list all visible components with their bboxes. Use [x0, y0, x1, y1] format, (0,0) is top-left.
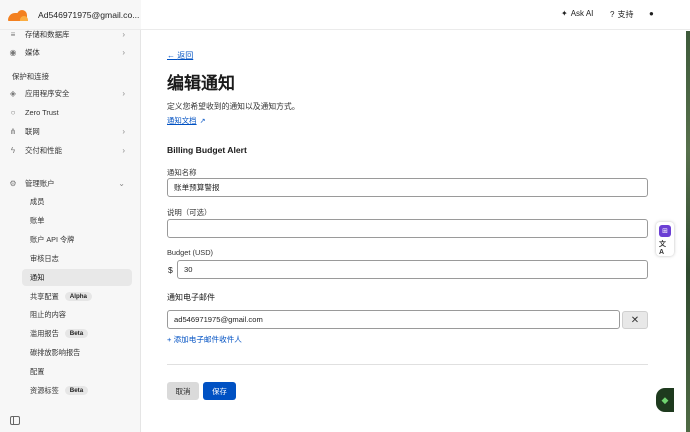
ask-ai-button[interactable]: ✦ Ask AI	[561, 9, 593, 18]
budget-input[interactable]: 30	[177, 260, 648, 279]
gear-icon: ⚙	[9, 178, 17, 188]
lightning-icon: ϟ	[10, 145, 16, 155]
add-recipient-label: 添加电子邮件收件人	[173, 335, 242, 344]
sidebar-item-manage-account[interactable]: ⚙ 管理账户 ⌄	[8, 174, 133, 192]
floating-toolbar: ⊞ 文A	[656, 222, 674, 256]
shield-icon: ◈	[9, 88, 17, 98]
sidebar-item-label: 阻止的内容	[30, 309, 66, 319]
chevron-right-icon: ›	[122, 145, 125, 155]
close-icon: ✕	[630, 314, 640, 326]
name-label: 通知名称	[167, 168, 197, 177]
sidebar-item-networking[interactable]: ⋔ 联网 ›	[8, 122, 133, 140]
budget-label: Budget (USD)	[167, 248, 214, 257]
media-icon: ◉	[9, 47, 17, 57]
email-section-title: 通知电子邮件	[167, 293, 215, 302]
sidebar-item-carbon-report[interactable]: 碳排放影响报告	[22, 344, 132, 361]
sidebar-item-label: 通知	[30, 272, 45, 282]
sidebar-item-media[interactable]: ◉ 媒体 ›	[8, 43, 133, 61]
sidebar-item-label: 媒体	[25, 47, 40, 57]
account-email: Ad546971975@gmail.co...	[38, 9, 140, 20]
sidebar-item-resource-tags[interactable]: 资源标签 Beta	[22, 382, 132, 399]
docs-link[interactable]: 通知文档 ↗	[167, 115, 205, 126]
sidebar-item-api-tokens[interactable]: 账户 API 令牌	[22, 231, 132, 248]
sidebar-item-audit-log[interactable]: 审核日志	[22, 250, 132, 267]
page-description: 定义您希望收到的通知以及通知方式。	[167, 102, 300, 111]
translate-icon[interactable]: 文A	[659, 241, 671, 256]
background-scenery	[686, 31, 690, 432]
sidebar-item-label: 账单	[30, 215, 45, 225]
sidebar-item-members[interactable]: 成员	[22, 193, 132, 210]
sidebar-item-billing[interactable]: 账单	[22, 212, 132, 229]
beta-badge: Beta	[64, 386, 89, 395]
page-title: 编辑通知	[167, 74, 235, 93]
collapse-sidebar-icon[interactable]	[10, 416, 20, 425]
cloudflare-logo	[8, 9, 28, 21]
section-protect-connect: 保护和连接	[12, 72, 49, 81]
user-icon: ●	[649, 9, 654, 18]
user-menu-button[interactable]: ●	[649, 9, 657, 18]
plus-icon: +	[167, 335, 172, 344]
alpha-badge: Alpha	[64, 292, 92, 301]
sidebar-item-label: 账户 API 令牌	[30, 234, 75, 244]
sidebar-item-blocked-content[interactable]: 阻止的内容	[22, 306, 132, 323]
divider	[167, 364, 648, 365]
sidebar-item-label: 应用程序安全	[25, 88, 70, 98]
help-icon: ?	[610, 10, 615, 19]
main-content: ← 返回 编辑通知 定义您希望收到的通知以及通知方式。 通知文档 ↗ Billin…	[141, 31, 690, 432]
sidebar-item-shared-config[interactable]: 共享配置 Alpha	[22, 288, 132, 305]
sidebar-item-label: 资源标签	[30, 385, 59, 395]
chevron-right-icon: ›	[122, 47, 125, 57]
email-input[interactable]: ad546971975@gmail.com	[167, 310, 620, 329]
sidebar-item-zero-trust[interactable]: ○ Zero Trust	[8, 103, 133, 121]
sidebar-item-label: 配置	[30, 366, 45, 376]
sidebar-item-label: 交付和性能	[25, 145, 62, 155]
remove-email-button[interactable]: ✕	[622, 311, 648, 329]
external-link-icon: ↗	[199, 118, 206, 125]
chevron-right-icon: ›	[122, 126, 125, 136]
extension-icon[interactable]: ⊞	[659, 225, 671, 237]
support-button[interactable]: ? 支持	[610, 9, 633, 20]
save-button[interactable]: 保存	[203, 382, 236, 400]
back-link[interactable]: ← 返回	[167, 50, 193, 61]
back-label: 返回	[177, 51, 194, 60]
sidebar-item-storage[interactable]: ≡ 存储和数据库 ›	[8, 25, 133, 43]
leaf-icon[interactable]: ◆	[656, 388, 674, 412]
ask-ai-label: Ask AI	[570, 9, 594, 18]
docs-link-label: 通知文档	[167, 116, 197, 125]
sidebar-item-label: 联网	[25, 126, 40, 136]
alert-type: Billing Budget Alert	[167, 145, 247, 155]
support-label: 支持	[617, 10, 634, 19]
sidebar-item-configurations[interactable]: 配置	[22, 363, 132, 380]
cancel-button[interactable]: 取消	[167, 382, 199, 400]
database-icon: ≡	[10, 29, 16, 39]
chevron-right-icon: ›	[122, 88, 125, 98]
top-bar: ✦ Ask AI ? 支持 ●	[141, 0, 690, 30]
sidebar-item-notifications[interactable]: 通知	[22, 269, 132, 286]
zero-trust-icon: ○	[10, 107, 16, 117]
currency-symbol: $	[168, 265, 173, 275]
sidebar: Ad546971975@gmail.co... ≡ 存储和数据库 › ◉ 媒体 …	[0, 0, 141, 432]
sidebar-item-label: 审核日志	[30, 253, 59, 263]
sidebar-item-label: 碳排放影响报告	[30, 347, 81, 357]
sidebar-item-app-security[interactable]: ◈ 应用程序安全 ›	[8, 84, 133, 102]
description-input[interactable]	[167, 219, 648, 238]
sparkle-icon: ✦	[561, 9, 568, 18]
network-icon: ⋔	[9, 126, 17, 136]
sidebar-item-label: Zero Trust	[25, 107, 59, 117]
sidebar-item-delivery[interactable]: ϟ 交付和性能 ›	[8, 141, 133, 159]
sidebar-item-label: 滥用报告	[30, 328, 59, 338]
sidebar-item-label: 存储和数据库	[25, 29, 70, 39]
description-label: 说明（可选）	[167, 208, 212, 217]
add-email-recipient-link[interactable]: + 添加电子邮件收件人	[167, 334, 242, 345]
sidebar-item-abuse-reports[interactable]: 滥用报告 Beta	[22, 325, 132, 342]
chevron-right-icon: ›	[122, 29, 125, 39]
beta-badge: Beta	[64, 329, 89, 338]
sidebar-item-label: 管理账户	[25, 178, 55, 188]
sidebar-item-label: 共享配置	[30, 291, 59, 301]
notification-name-input[interactable]: 账单预算警报	[167, 178, 648, 197]
chevron-down-icon: ⌄	[118, 178, 125, 188]
sidebar-item-label: 成员	[30, 196, 45, 206]
